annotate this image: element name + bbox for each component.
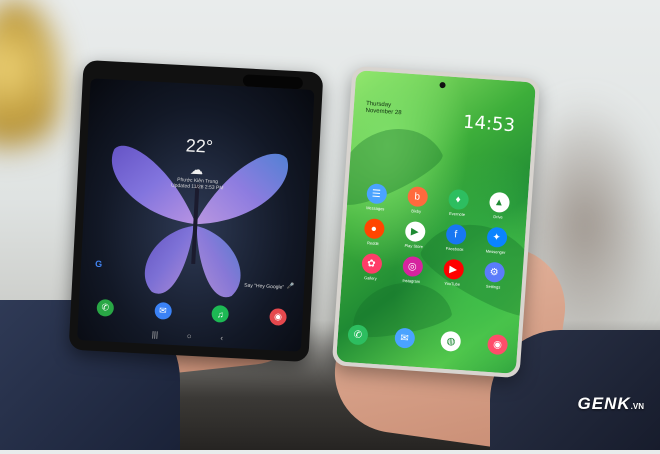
app-shortcut[interactable]: ▶ Play Store xyxy=(393,220,436,250)
phone-icon[interactable]: ✆ xyxy=(347,324,369,346)
watermark-suffix: .VN xyxy=(630,402,644,411)
settings-icon[interactable]: ⚙ xyxy=(483,261,505,283)
messages-icon[interactable]: ☰ xyxy=(365,183,387,205)
app-shortcut[interactable]: b Bixby xyxy=(396,185,439,215)
app-label: YouTube xyxy=(444,280,461,287)
messages-icon[interactable]: ✉ xyxy=(393,327,416,349)
facebook-icon[interactable]: f xyxy=(445,223,467,246)
home-button[interactable]: ○ xyxy=(187,332,192,341)
drive-icon[interactable]: ▲ xyxy=(488,191,510,214)
app-shortcut[interactable]: ✦ Messenger xyxy=(475,226,518,256)
app-shortcut[interactable]: ✿ Gallery xyxy=(350,252,393,282)
app-label: Gallery xyxy=(363,275,377,281)
youtube-icon[interactable]: ▶ xyxy=(442,258,464,280)
app-shortcut[interactable]: ▲ Drive xyxy=(477,191,520,221)
app-shortcut[interactable]: ◎ Instagram xyxy=(391,255,434,285)
back-button[interactable]: ‹ xyxy=(220,333,223,342)
app-shortcut[interactable]: f Facebook xyxy=(434,223,477,253)
chrome-icon[interactable]: ◍ xyxy=(440,330,462,353)
reddit-icon[interactable]: ● xyxy=(363,218,385,240)
app-label: Bixby xyxy=(411,208,422,214)
app-label: Drive xyxy=(493,213,503,220)
mic-icon[interactable]: 🎤 xyxy=(287,283,295,290)
gallery-icon[interactable]: ✿ xyxy=(360,252,383,275)
camera-icon[interactable]: ◉ xyxy=(486,333,509,356)
app-label: Play Store xyxy=(404,242,424,250)
app-shortcut[interactable]: ⚙ Settings xyxy=(473,261,516,291)
watermark-brand: GENK xyxy=(577,394,631,413)
slab-dock: ✆ ✉ ◍ ◉ xyxy=(347,324,509,356)
app-shortcut[interactable]: ☰ Messages xyxy=(355,182,398,212)
watermark-logo: GENK.VN xyxy=(578,394,644,414)
app-label: Facebook xyxy=(445,245,464,252)
front-camera xyxy=(439,81,446,89)
google-icon[interactable]: G xyxy=(95,259,103,269)
cloud-icon: ☁ xyxy=(189,161,204,178)
gold-balloon-background xyxy=(0,0,60,170)
slab-phone-screen: Thursday November 28 14:53 ☰ Messages b Bix… xyxy=(336,70,536,374)
foldable-phone: 22° ☁ Phước Kiên Trung Updated 11/28 2:5… xyxy=(68,59,324,363)
date-label: November 28 xyxy=(365,107,402,117)
clock-time: 14:53 xyxy=(462,111,516,137)
app-shortcut[interactable]: ▶ YouTube xyxy=(432,258,475,288)
app-label: Evernote xyxy=(448,210,466,218)
evernote-icon[interactable]: ♦ xyxy=(447,188,469,211)
play-store-icon[interactable]: ▶ xyxy=(404,220,426,243)
camera-icon[interactable]: ◉ xyxy=(269,308,287,326)
bixby-icon[interactable]: b xyxy=(406,185,428,208)
foldable-phone-screen: 22° ☁ Phước Kiên Trung Updated 11/28 2:5… xyxy=(77,78,315,352)
recents-button[interactable]: ||| xyxy=(152,330,159,339)
app-label: Messages xyxy=(366,205,385,212)
app-shortcut[interactable]: ♦ Evernote xyxy=(436,188,479,218)
spotify-icon[interactable]: ♫ xyxy=(211,304,230,323)
app-label: Reddit xyxy=(366,240,379,247)
app-grid: ☰ Messages b Bixby ♦ Evernote ▲ Drive ● Reddit ▶ Pl… xyxy=(350,182,520,290)
messages-icon[interactable]: ✉ xyxy=(153,301,172,320)
messenger-icon[interactable]: ✦ xyxy=(485,226,508,248)
phone-icon[interactable]: ✆ xyxy=(96,298,115,317)
app-label: Messenger xyxy=(485,248,506,255)
slab-phone: Thursday November 28 14:53 ☰ Messages b Bix… xyxy=(331,65,541,379)
app-shortcut[interactable]: ● Reddit xyxy=(352,217,395,247)
instagram-icon[interactable]: ◎ xyxy=(401,255,424,278)
navigation-bar: ||| ○ ‹ xyxy=(137,329,237,343)
app-label: Settings xyxy=(485,283,501,290)
